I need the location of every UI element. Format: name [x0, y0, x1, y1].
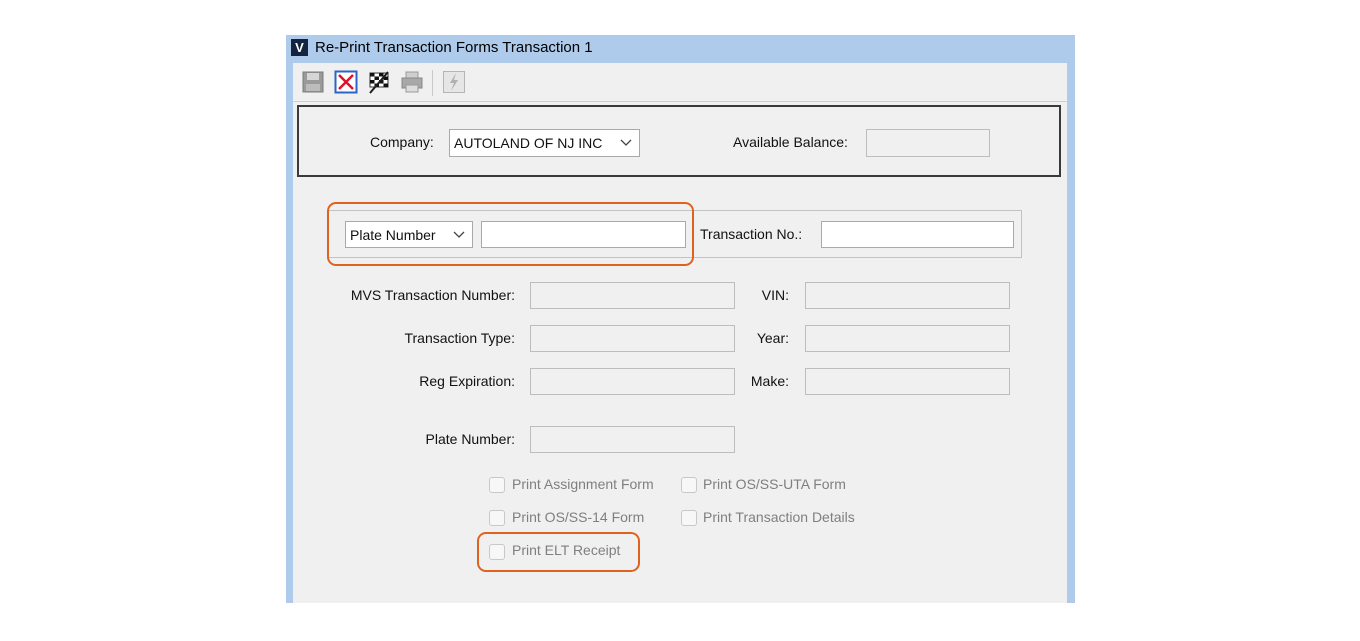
reprint-window: V Re-Print Transaction Forms Transaction… — [286, 35, 1075, 603]
print-os14-label: Print OS/SS-14 Form — [512, 509, 645, 525]
flag-button[interactable] — [367, 70, 391, 94]
print-assignment-checkbox[interactable] — [489, 477, 505, 493]
client-area: Company: AUTOLAND OF NJ INC Available Ba… — [293, 63, 1067, 603]
plate-number-label: Plate Number: — [425, 431, 515, 447]
print-os-uta-checkbox[interactable] — [681, 477, 697, 493]
plate-number-field — [530, 426, 735, 453]
vin-label: VIN: — [761, 287, 789, 303]
app-icon: V — [291, 39, 308, 56]
make-field — [805, 368, 1010, 395]
lightning-icon — [443, 71, 465, 93]
save-button[interactable] — [301, 70, 325, 94]
company-label: Company: — [370, 134, 434, 150]
make-label: Make: — [750, 373, 789, 389]
cancel-button[interactable] — [334, 70, 358, 94]
vin-field — [805, 282, 1010, 309]
window-title: Re-Print Transaction Forms Transaction 1 — [315, 39, 593, 56]
reg-expiration-field — [530, 368, 735, 395]
print-os-uta-label: Print OS/SS-UTA Form — [703, 476, 846, 492]
search-type-value: Plate Number — [350, 227, 436, 243]
toolbar — [293, 63, 1067, 102]
cancel-icon — [334, 70, 358, 94]
lightning-button[interactable] — [442, 70, 466, 94]
mvs-transaction-number-label: MVS Transaction Number: — [350, 287, 515, 303]
reg-expiration-label: Reg Expiration: — [419, 373, 515, 389]
year-field — [805, 325, 1010, 352]
available-balance-label: Available Balance: — [733, 134, 848, 150]
chevron-down-icon — [453, 231, 465, 238]
print-os14-checkbox[interactable] — [489, 510, 505, 526]
print-elt-receipt-checkbox[interactable] — [489, 544, 505, 560]
transaction-no-label: Transaction No.: — [700, 226, 803, 242]
transaction-type-field — [530, 325, 735, 352]
mvs-transaction-number-field — [530, 282, 735, 309]
title-bar: V Re-Print Transaction Forms Transaction… — [286, 35, 1075, 62]
transaction-no-input[interactable] — [821, 221, 1014, 248]
print-icon — [401, 71, 423, 93]
transaction-type-label: Transaction Type: — [404, 330, 515, 346]
search-input[interactable] — [481, 221, 686, 248]
print-elt-receipt-label: Print ELT Receipt — [512, 542, 621, 558]
print-assignment-label: Print Assignment Form — [512, 476, 654, 492]
print-button[interactable] — [400, 70, 424, 94]
company-select-value: AUTOLAND OF NJ INC — [454, 135, 603, 151]
toolbar-separator — [432, 70, 433, 96]
flag-icon — [369, 71, 389, 94]
company-select[interactable]: AUTOLAND OF NJ INC — [449, 129, 640, 157]
chevron-down-icon — [620, 139, 632, 146]
search-type-select[interactable]: Plate Number — [345, 221, 473, 248]
save-icon — [302, 71, 324, 93]
available-balance-field — [866, 129, 990, 157]
print-transaction-details-label: Print Transaction Details — [703, 509, 855, 525]
print-transaction-details-checkbox[interactable] — [681, 510, 697, 526]
year-label: Year: — [756, 330, 789, 346]
